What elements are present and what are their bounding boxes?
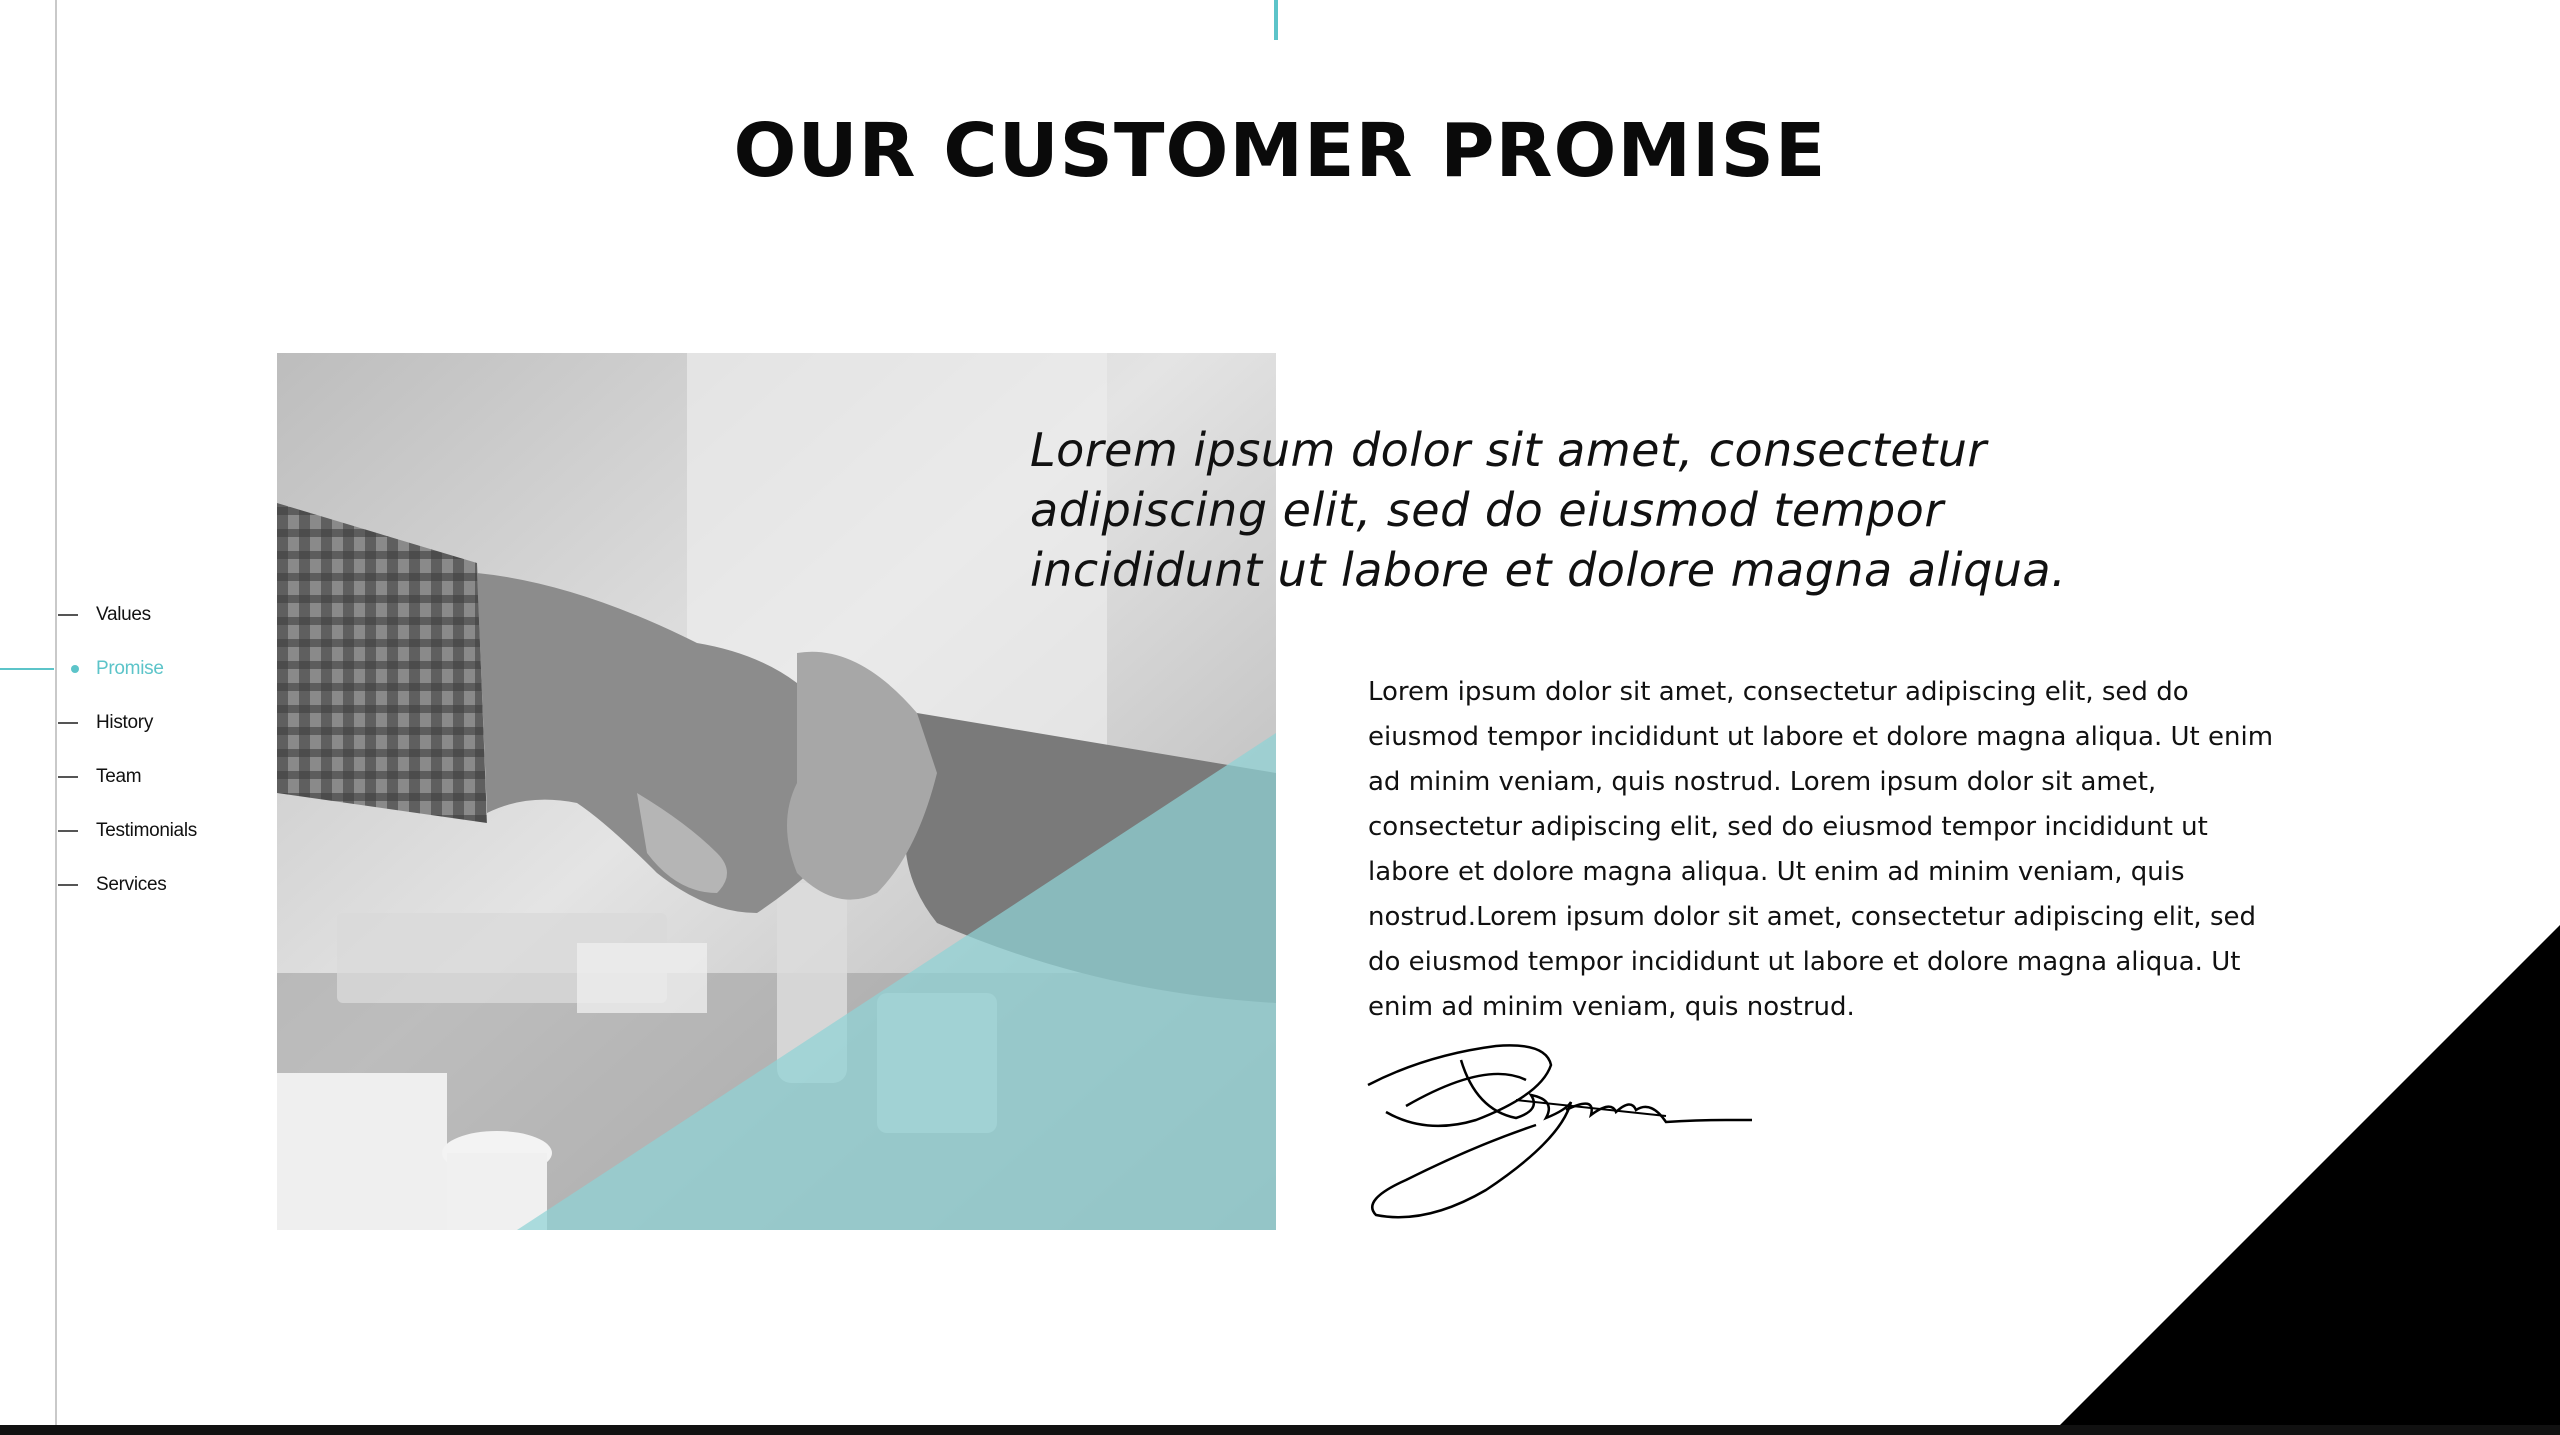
nav-item-values[interactable]: Values <box>0 595 260 635</box>
corner-triangle-decoration <box>2060 925 2560 1425</box>
nav-item-team[interactable]: Team <box>0 757 260 797</box>
nav-tick <box>58 722 78 724</box>
nav-active-indicator <box>0 668 54 670</box>
nav-item-label: History <box>96 712 154 733</box>
nav-item-services[interactable]: Services <box>0 865 260 905</box>
pull-quote: Lorem ipsum dolor sit amet, consectetur … <box>1030 423 2067 597</box>
nav-item-label: Values <box>96 604 151 625</box>
signature-icon <box>1367 1044 1752 1219</box>
nav-active-dot <box>71 665 79 673</box>
nav-tick <box>58 830 78 832</box>
nav-item-label: Promise <box>96 658 164 679</box>
nav-item-label: Testimonials <box>96 820 197 841</box>
top-accent-rule <box>1274 0 1278 40</box>
page-title: OUR CUSTOMER PROMISE <box>733 108 1827 194</box>
nav-item-promise[interactable]: Promise <box>0 649 260 689</box>
nav-item-label: Services <box>96 874 167 895</box>
nav-item-testimonials[interactable]: Testimonials <box>0 811 260 851</box>
nav-item-label: Team <box>96 766 142 787</box>
nav-item-history[interactable]: History <box>0 703 260 743</box>
nav-tick <box>58 884 78 886</box>
bottom-bar <box>0 1425 2560 1435</box>
signature <box>1366 1040 1756 1230</box>
nav-tick <box>58 776 78 778</box>
nav-tick <box>58 614 78 616</box>
